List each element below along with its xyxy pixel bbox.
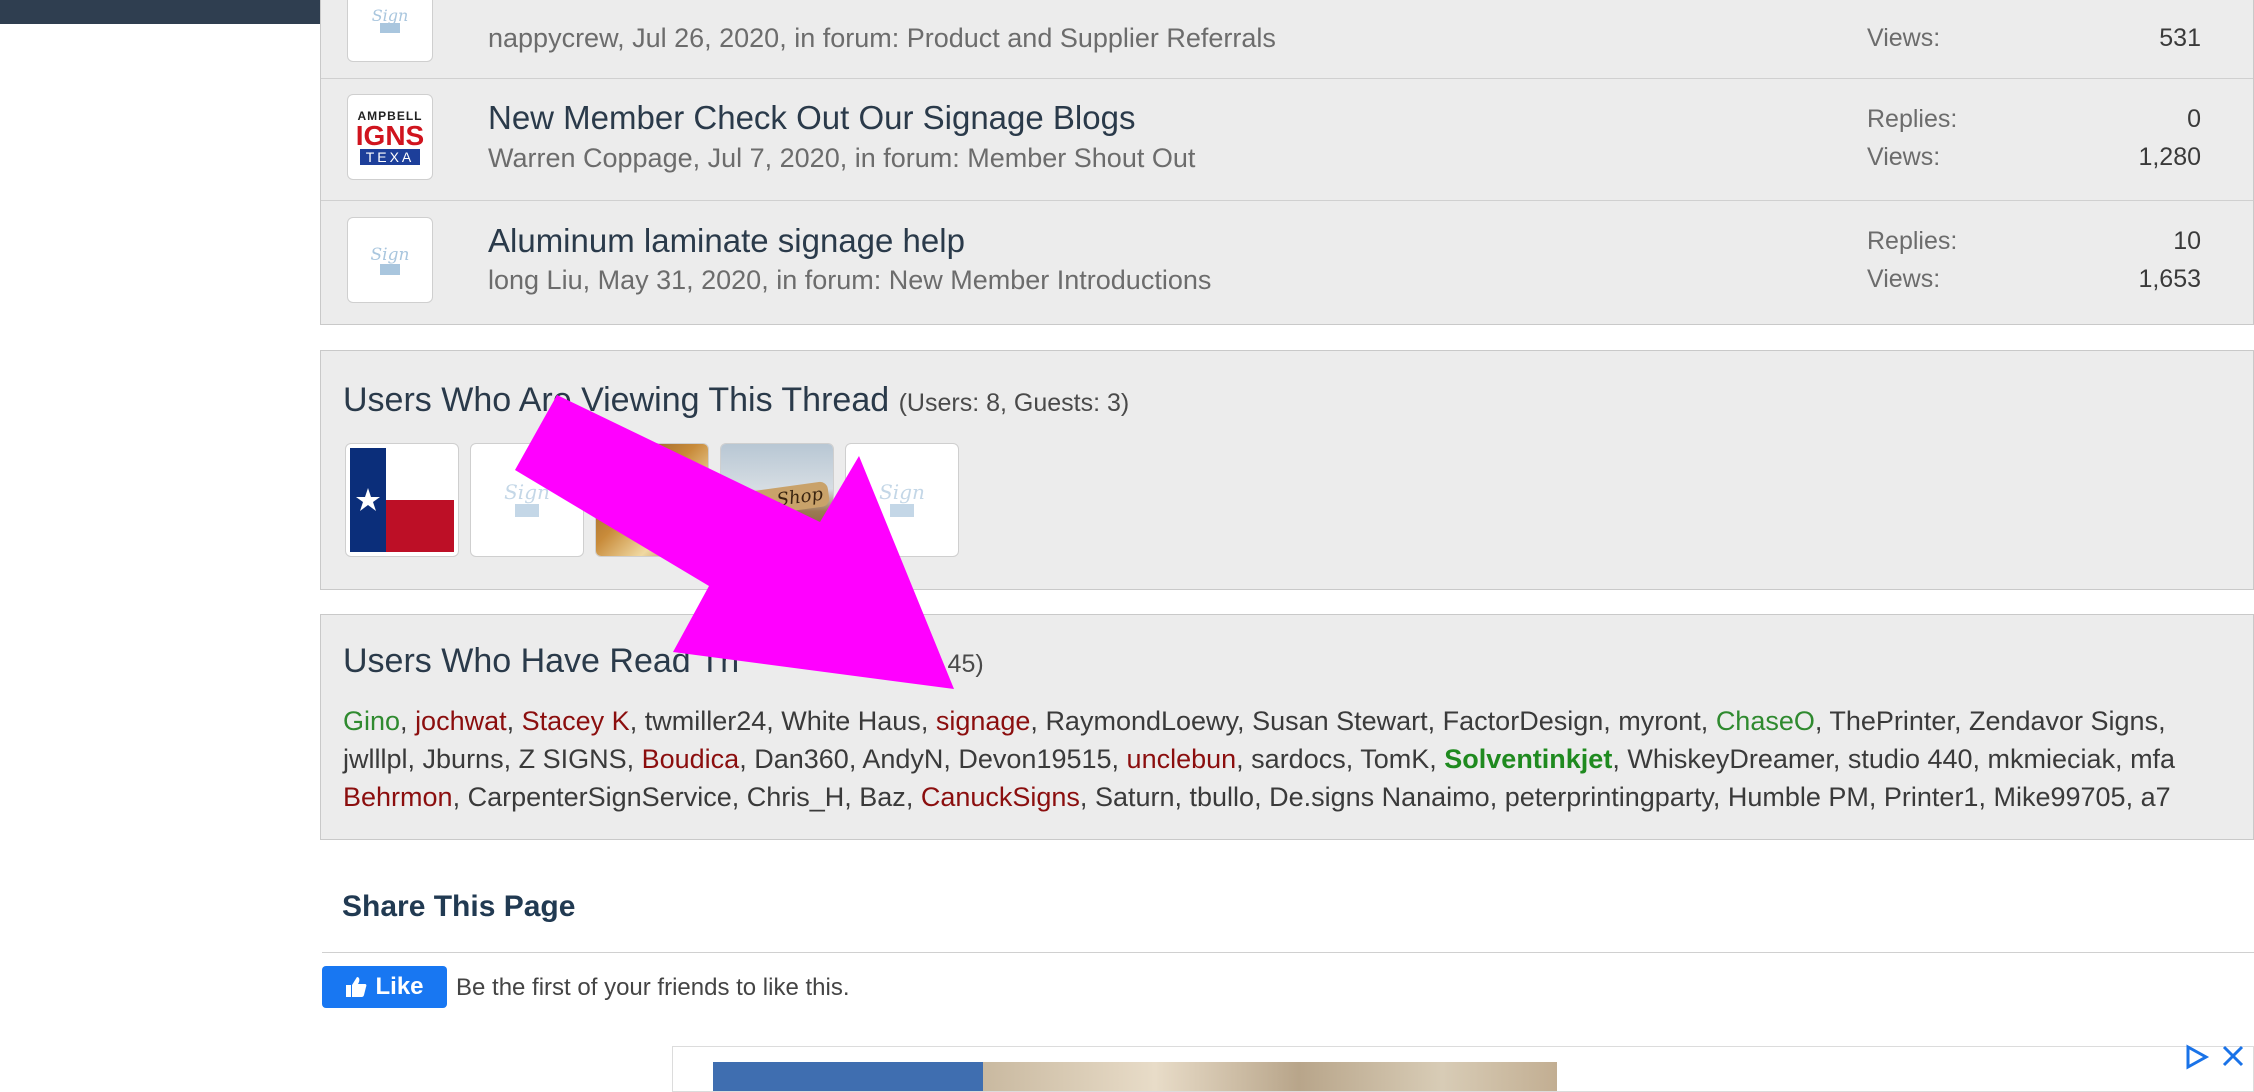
thread-avatar[interactable]: Sign bbox=[347, 0, 433, 62]
reader-name-link[interactable]: White Haus bbox=[781, 706, 921, 736]
users-viewing-panel: Users Who Are Viewing This Thread (Users… bbox=[320, 350, 2254, 590]
reader-name-link[interactable]: mfa bbox=[2130, 744, 2175, 774]
svg-text:Sign: Sign bbox=[372, 6, 409, 25]
sign101-logo: Sign bbox=[348, 218, 432, 302]
reader-name-link[interactable]: Devon19515 bbox=[958, 744, 1111, 774]
users-viewing-count: (Users: 8, Guests: 3) bbox=[898, 389, 1130, 417]
views-label: Views: bbox=[1867, 143, 1941, 171]
views-count: 531 bbox=[2159, 24, 2201, 52]
reader-name-link[interactable]: Boudica bbox=[642, 744, 740, 774]
reader-name-link[interactable]: a7 bbox=[2141, 782, 2171, 812]
reader-names-line: jwlllpl, Jburns, Z SIGNS, Boudica, Dan36… bbox=[343, 744, 2176, 774]
reader-name-link[interactable]: Zendavor Signs, bbox=[1969, 706, 2166, 736]
views-count: 1,653 bbox=[2138, 265, 2201, 293]
reader-name-link[interactable]: tbullo bbox=[1190, 782, 1255, 812]
thread-meta: Warren Coppage, Jul 7, 2020, in forum: M… bbox=[488, 143, 1196, 173]
reader-name-link[interactable]: jochwat bbox=[415, 706, 507, 736]
thread-row: AMPBELL IGNS TEXA New Member Check Out O… bbox=[321, 79, 2253, 201]
reader-name-link[interactable]: FactorDesign bbox=[1443, 706, 1604, 736]
reader-name-link[interactable]: myront bbox=[1618, 706, 1701, 736]
svg-text:Sign: Sign bbox=[504, 480, 550, 504]
reader-name-link[interactable]: Jburns bbox=[423, 744, 504, 774]
reader-name-link[interactable]: TomK bbox=[1360, 744, 1429, 774]
thread-meta: long Liu, May 31, 2020, in forum: New Me… bbox=[488, 265, 1212, 295]
close-icon[interactable] bbox=[2220, 1043, 2246, 1079]
users-read-title: Users Who Have Read Th al: 45) bbox=[343, 642, 984, 680]
reader-names-list: Gino, jochwat, Stacey K, twmiller24, Whi… bbox=[343, 702, 2254, 816]
thumbs-up-icon bbox=[346, 977, 367, 997]
reader-name-link[interactable]: mkmieciak bbox=[1988, 744, 2116, 774]
ad-image[interactable] bbox=[713, 1062, 983, 1091]
texas-flag-avatar[interactable] bbox=[345, 443, 459, 557]
facebook-like-text: Be the first of your friends to like thi… bbox=[456, 974, 850, 1001]
sign-shop-avatar[interactable]: Sign Shop bbox=[720, 443, 834, 557]
replies-label: Replies: bbox=[1867, 105, 1958, 133]
thread-meta: nappycrew, Jul 26, 2020, in forum: Produ… bbox=[488, 23, 1276, 53]
replies-label: Replies: bbox=[1867, 227, 1958, 255]
thread-title-link[interactable]: New Member Check Out Our Signage Blogs bbox=[488, 99, 1135, 137]
svg-text:Sign: Sign bbox=[879, 480, 925, 504]
views-label: Views: bbox=[1867, 265, 1941, 293]
advertisement[interactable] bbox=[672, 1046, 2254, 1092]
reader-name-link[interactable]: Behrmon bbox=[343, 782, 453, 812]
reader-name-link[interactable]: Baz bbox=[859, 782, 906, 812]
reader-name-link[interactable]: CarpenterSignService bbox=[468, 782, 732, 812]
thread-title-link[interactable]: Aluminum laminate signage help bbox=[488, 222, 965, 260]
reader-name-link[interactable]: Solventinkjet bbox=[1444, 744, 1612, 774]
reader-name-link[interactable]: sardocs bbox=[1251, 744, 1346, 774]
reader-name-link[interactable]: Mike99705 bbox=[1993, 782, 2125, 812]
ad-choices-icon[interactable] bbox=[2182, 1043, 2210, 1079]
reader-name-link[interactable]: Chris_H bbox=[747, 782, 845, 812]
users-read-panel: Users Who Have Read Th al: 45) Gino, joch… bbox=[320, 614, 2254, 840]
reader-name-link[interactable]: Stacey K bbox=[522, 706, 630, 736]
facebook-like-button[interactable]: Like bbox=[322, 966, 447, 1008]
reader-name-link[interactable]: twmiller24 bbox=[645, 706, 767, 736]
reader-name-link[interactable]: Humble PM bbox=[1728, 782, 1869, 812]
reader-name-link[interactable]: ThePrinter bbox=[1829, 706, 1954, 736]
user-avatar[interactable]: Sign bbox=[845, 443, 959, 557]
user-avatar[interactable]: Sign bbox=[470, 443, 584, 557]
divider bbox=[322, 952, 2254, 953]
views-count: 1,280 bbox=[2138, 143, 2201, 171]
campbell-signs-logo: AMPBELL IGNS TEXA bbox=[355, 109, 425, 165]
views-label: Views: bbox=[1867, 24, 1941, 52]
svg-text:Sign: Sign bbox=[371, 245, 410, 265]
reader-name-link[interactable]: peterprintingparty bbox=[1505, 782, 1713, 812]
reader-name-link[interactable]: WhiskeyDreamer bbox=[1627, 744, 1833, 774]
share-title: Share This Page bbox=[342, 890, 576, 923]
reader-name-link[interactable]: CanuckSigns bbox=[921, 782, 1080, 812]
replies-count: 10 bbox=[2173, 227, 2201, 255]
users-read-count: al: 45) bbox=[914, 650, 984, 678]
thread-row: Sign nappycrew, Jul 26, 2020, in forum: … bbox=[321, 0, 2253, 79]
replies-count: 0 bbox=[2187, 105, 2201, 133]
reader-name-link[interactable]: Saturn bbox=[1095, 782, 1175, 812]
thread-avatar[interactable]: Sign bbox=[347, 217, 433, 303]
thread-avatar[interactable]: AMPBELL IGNS TEXA bbox=[347, 94, 433, 180]
reader-name-link[interactable]: Z SIGNS bbox=[519, 744, 627, 774]
ad-image[interactable] bbox=[983, 1062, 1557, 1091]
reader-name-link[interactable]: Gino bbox=[343, 706, 400, 736]
reader-name-link[interactable]: Printer1 bbox=[1884, 782, 1979, 812]
reader-names-line: Behrmon, CarpenterSignService, Chris_H, … bbox=[343, 782, 2171, 812]
like-label: Like bbox=[375, 973, 424, 1000]
reader-name-link[interactable]: studio 440 bbox=[1848, 744, 1973, 774]
users-viewing-title: Users Who Are Viewing This Thread (Users… bbox=[343, 381, 1130, 419]
reader-name-link[interactable]: signage bbox=[936, 706, 1031, 736]
reader-name-link[interactable]: unclebun bbox=[1127, 744, 1237, 774]
user-avatar[interactable] bbox=[595, 443, 709, 557]
reader-name-link[interactable]: De.signs Nanaimo bbox=[1269, 782, 1490, 812]
reader-names-line: Gino, jochwat, Stacey K, twmiller24, Whi… bbox=[343, 706, 2166, 736]
similar-threads-panel: Sign nappycrew, Jul 26, 2020, in forum: … bbox=[320, 0, 2254, 325]
reader-name-link[interactable]: jwlllpl bbox=[343, 744, 408, 774]
thread-row: Sign Aluminum laminate signage help long… bbox=[321, 201, 2253, 323]
reader-name-link[interactable]: Susan Stewart bbox=[1252, 706, 1428, 736]
reader-name-link[interactable]: Dan360 bbox=[754, 744, 849, 774]
reader-name-link[interactable]: ChaseO bbox=[1716, 706, 1815, 736]
reader-name-link[interactable]: RaymondLoewy bbox=[1045, 706, 1237, 736]
reader-name-link[interactable]: AndyN bbox=[862, 744, 943, 774]
